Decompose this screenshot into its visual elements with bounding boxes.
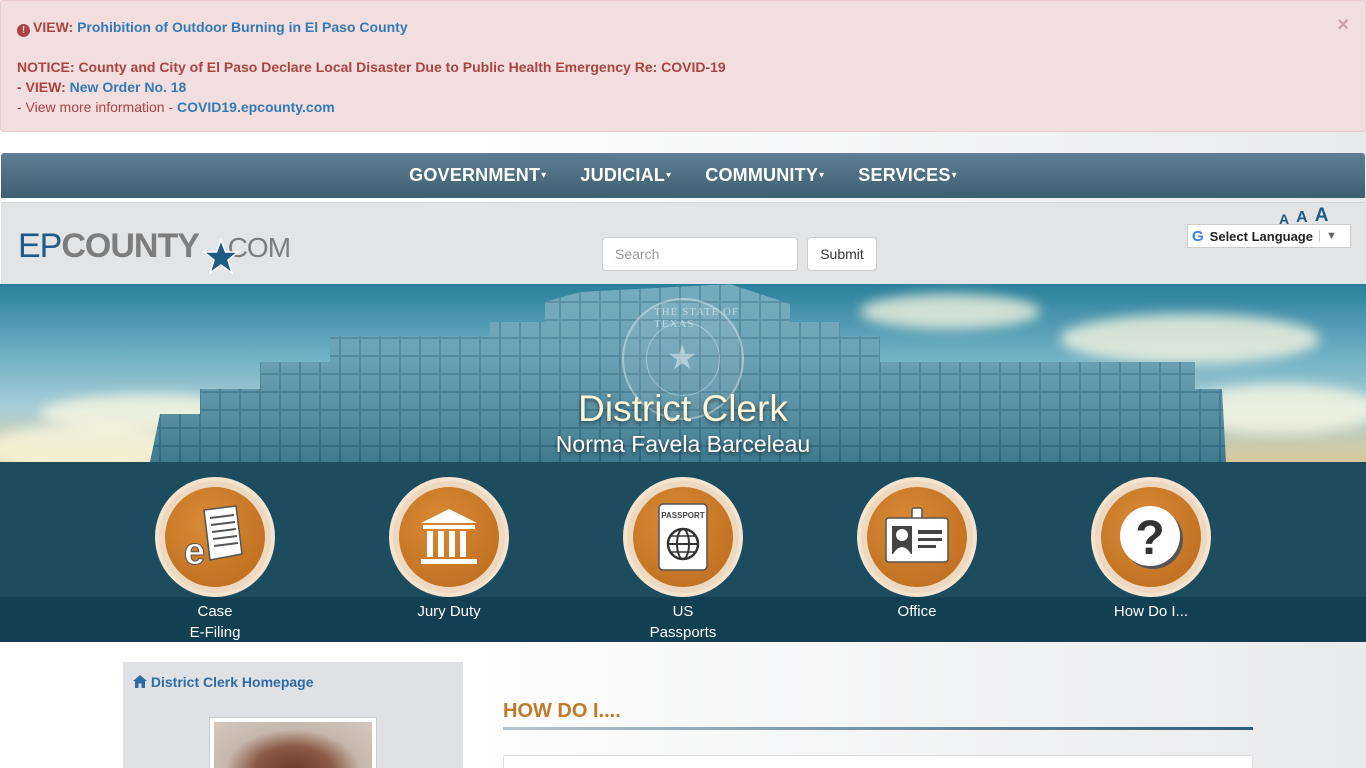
new-order-link[interactable]: New Order No. 18 — [70, 79, 187, 95]
caret-down-icon: ▾ — [819, 170, 825, 181]
caret-down-icon: ▾ — [541, 170, 547, 181]
close-alert-button[interactable]: × — [1337, 15, 1349, 35]
alert-notice-text: NOTICE: County and City of El Paso Decla… — [17, 59, 726, 75]
search-input[interactable] — [602, 237, 798, 271]
caret-down-icon: ▾ — [666, 170, 672, 181]
question-mark-icon: ? — [1120, 506, 1183, 569]
district-clerk-homepage-link[interactable]: District Clerk Homepage — [133, 674, 314, 690]
language-select[interactable]: G Select Language ▼ — [1187, 224, 1351, 248]
exclamation-icon: ! — [17, 24, 30, 37]
page-title: District Clerk — [578, 388, 788, 429]
hero-banner: THE STATE OF TEXAS ★ District Clerk Norm… — [0, 284, 1366, 462]
dropdown-arrow-icon: ▼ — [1318, 230, 1337, 242]
burning-prohibition-link[interactable]: Prohibition of Outdoor Burning in El Pas… — [77, 19, 408, 35]
svg-text:PASSPORT: PASSPORT — [661, 511, 705, 520]
id-badge-icon — [885, 507, 949, 563]
quick-links-bar: e Case E-Filing Jury Duty PASSPORT US Pa… — [0, 462, 1366, 642]
section-title: HOW DO I.... — [503, 700, 621, 722]
district-clerk-photo — [209, 717, 377, 768]
site-header: EPCOUNTY.COM Submit A A A G Select Langu… — [1, 202, 1365, 284]
efiling-document-icon: e — [184, 505, 243, 570]
quick-link-how-do-i[interactable]: ? How Do I... — [1081, 477, 1221, 622]
svg-text:?: ? — [1135, 512, 1164, 565]
content-panel — [503, 755, 1253, 768]
section-divider — [503, 727, 1253, 730]
covid19-site-link[interactable]: COVID19.epcounty.com — [177, 99, 335, 115]
home-icon — [133, 674, 151, 690]
page-subtitle: Norma Favela Barceleau — [555, 431, 811, 457]
nav-services[interactable]: SERVICES▾ — [841, 165, 974, 186]
caret-down-icon: ▾ — [951, 170, 957, 181]
passport-icon: PASSPORT — [658, 503, 708, 571]
quick-link-us-passports[interactable]: PASSPORT US Passports — [613, 477, 753, 643]
main-navigation: GOVERNMENT▾ JUDICIAL▾ COMMUNITY▾ SERVICE… — [1, 153, 1365, 198]
svg-text:e: e — [184, 531, 205, 570]
quick-link-jury-duty[interactable]: Jury Duty — [379, 477, 519, 622]
nav-government[interactable]: GOVERNMENT▾ — [392, 165, 563, 186]
nav-judicial[interactable]: JUDICIAL▾ — [563, 165, 688, 186]
search-submit-button[interactable]: Submit — [807, 237, 877, 271]
google-g-icon: G — [1192, 227, 1204, 245]
quick-link-office[interactable]: Office — [847, 477, 987, 622]
star-icon — [202, 239, 240, 275]
alert-view-prefix: VIEW: — [33, 19, 74, 35]
nav-community[interactable]: COMMUNITY▾ — [688, 165, 841, 186]
courthouse-icon — [421, 509, 477, 564]
alert-more-info-text: - View more information - — [17, 99, 174, 115]
alert-view-prefix-2: - VIEW: — [17, 79, 66, 95]
emergency-alert: × ! VIEW: Prohibition of Outdoor Burning … — [0, 0, 1366, 132]
quick-link-case-efiling[interactable]: e Case E-Filing — [145, 477, 285, 643]
sidebar: District Clerk Homepage — [123, 662, 463, 768]
epcounty-logo[interactable]: EPCOUNTY .COM — [18, 227, 291, 275]
